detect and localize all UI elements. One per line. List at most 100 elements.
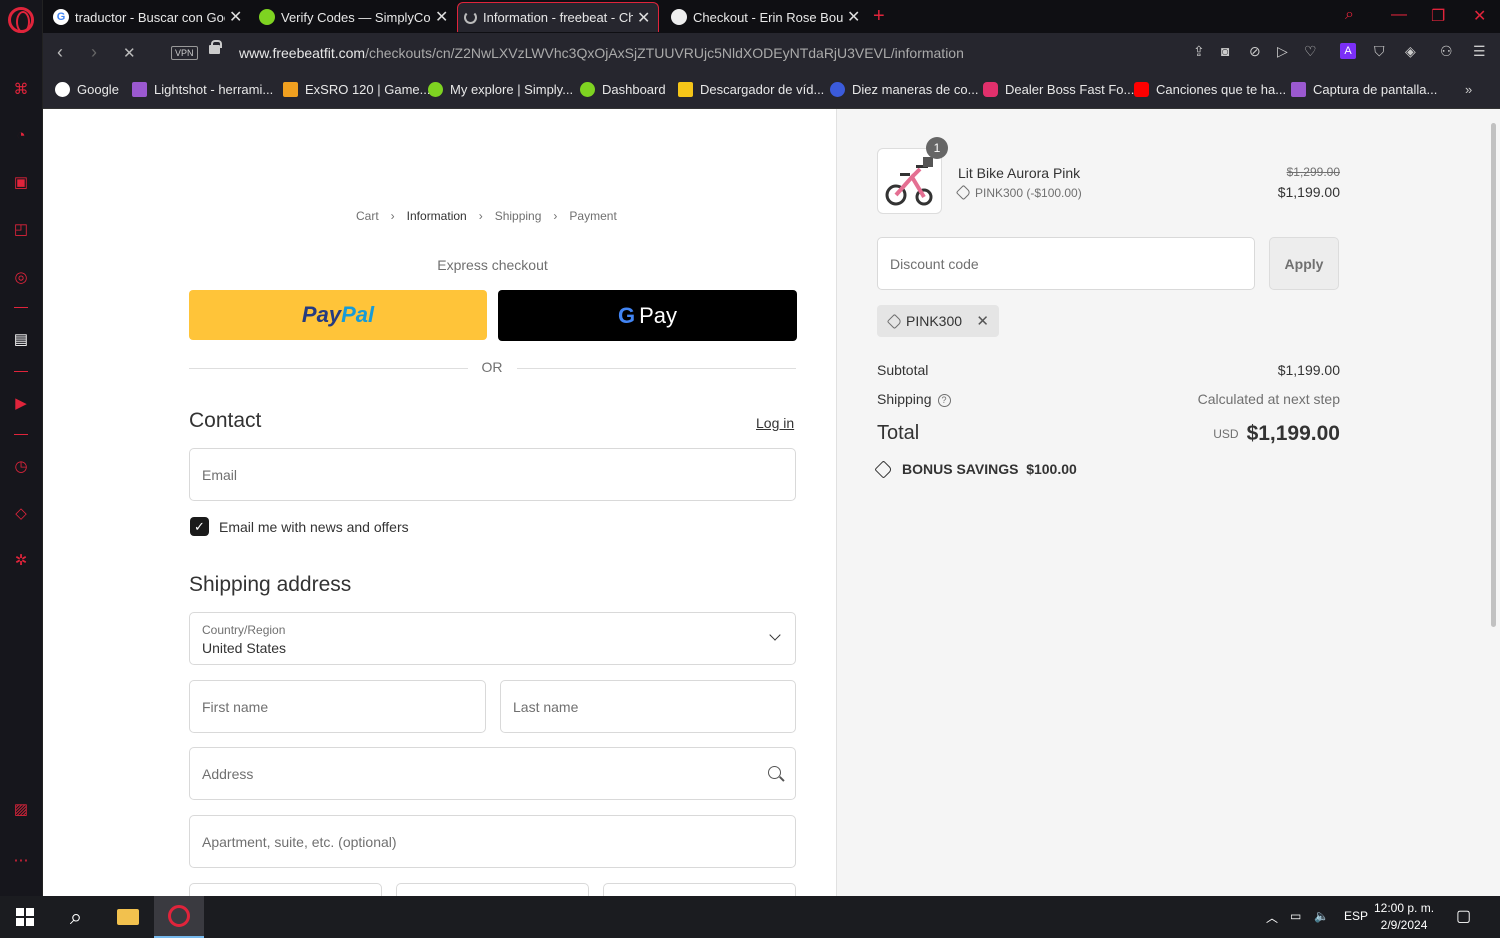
share-icon[interactable]: ⇪: [1193, 43, 1205, 60]
google-g-icon: G: [617, 302, 636, 328]
camera-icon[interactable]: ◙: [1221, 43, 1229, 59]
opera-logo-icon[interactable]: [8, 7, 34, 33]
vpn-badge[interactable]: VPN: [171, 46, 198, 60]
file-explorer-icon[interactable]: [104, 896, 152, 938]
simplycodes-icon: [428, 82, 443, 97]
breadcrumb-cart[interactable]: Cart: [356, 209, 379, 223]
zip-field[interactable]: [603, 883, 796, 896]
bookmark-exsro[interactable]: ExSRO 120 | Game...: [283, 82, 430, 97]
lock-icon[interactable]: [209, 40, 222, 54]
search-tabs-icon[interactable]: ⌕: [1345, 6, 1354, 24]
minimize-icon[interactable]: —: [1391, 6, 1407, 24]
bookmark-dashboard[interactable]: Dashboard: [580, 82, 666, 97]
gallery-icon[interactable]: ▨: [10, 798, 32, 820]
restore-icon[interactable]: ❐: [1431, 6, 1445, 26]
apply-button[interactable]: Apply: [1269, 237, 1339, 290]
forward-icon[interactable]: ›: [91, 42, 97, 63]
close-window-icon[interactable]: ✕: [1473, 6, 1486, 26]
remove-discount-icon[interactable]: ✕: [976, 312, 989, 330]
bookmark-lightshot[interactable]: Lightshot - herrami...: [132, 82, 273, 97]
tag-icon: [955, 184, 972, 201]
heart-icon[interactable]: ♡: [1304, 43, 1317, 60]
last-name-field[interactable]: Last name: [500, 680, 796, 733]
url-field[interactable]: www.freebeatfit.com/checkouts/cn/Z2NwLXV…: [239, 45, 964, 61]
search-icon[interactable]: [768, 766, 781, 779]
more-dots-icon[interactable]: ⋯: [10, 849, 32, 871]
close-tab-icon[interactable]: ✕: [637, 8, 651, 28]
email-field[interactable]: Email: [189, 448, 796, 501]
more-bookmarks-icon[interactable]: »: [1465, 82, 1472, 97]
language-indicator[interactable]: ESP: [1344, 909, 1368, 923]
briefcase-icon[interactable]: ▣: [10, 171, 32, 193]
shipping-address-heading: Shipping address: [189, 573, 352, 596]
aria-icon[interactable]: A: [1340, 43, 1356, 59]
opera-taskbar-icon[interactable]: [154, 896, 204, 938]
address-field[interactable]: Address: [189, 747, 796, 800]
paypal-logo-pay: Pay: [301, 302, 342, 327]
bookmark-canciones[interactable]: Canciones que te ha...: [1134, 82, 1286, 97]
network-icon[interactable]: ▭: [1290, 909, 1301, 923]
bookmark-captura[interactable]: Captura de pantalla...: [1291, 82, 1437, 97]
bookmark-label: Descargador de víd...: [700, 82, 825, 97]
instagram-icon: [983, 82, 998, 97]
tab-erin-rose[interactable]: Checkout - Erin Rose Boutique ✕: [665, 2, 865, 32]
product-name: Lit Bike Aurora Pink: [958, 165, 1081, 181]
profile-icon[interactable]: ⚇: [1440, 43, 1453, 60]
player-icon[interactable]: ▶: [10, 392, 32, 414]
tab-simplycodes[interactable]: Verify Codes — SimplyCodes ✕: [253, 2, 453, 32]
gamepad-icon[interactable]: ⌘: [10, 78, 32, 100]
tray-chevron-icon[interactable]: ︿: [1266, 909, 1278, 926]
twitch-icon[interactable]: ◰: [10, 218, 32, 240]
menu-icon[interactable]: ☰: [1473, 43, 1486, 60]
close-tab-icon[interactable]: ✕: [435, 7, 449, 27]
newsletter-checkbox[interactable]: ✓: [190, 517, 209, 536]
first-name-field[interactable]: First name: [189, 680, 486, 733]
send-icon[interactable]: ▷: [1277, 43, 1288, 60]
total-amount: USD $1,199.00: [1213, 422, 1340, 446]
scrollbar-thumb[interactable]: [1491, 123, 1496, 627]
new-tab-plus-icon[interactable]: +: [873, 5, 885, 28]
bookmark-descargador[interactable]: Descargador de víd...: [678, 82, 824, 97]
tab-traductor[interactable]: G traductor - Buscar con Google ✕: [47, 2, 247, 32]
stop-loading-icon[interactable]: ✕: [123, 44, 136, 62]
contact-heading: Contact: [189, 409, 262, 432]
close-tab-icon[interactable]: ✕: [229, 7, 243, 27]
bookmark-dealer-boss[interactable]: Dealer Boss Fast Fo...: [983, 82, 1134, 97]
tab-bar: G traductor - Buscar con Google ✕ Verify…: [43, 0, 1500, 33]
instagram-icon[interactable]: ◎: [10, 266, 32, 288]
newsletter-label[interactable]: Email me with news and offers: [219, 519, 409, 535]
google-pay-button[interactable]: G Pay: [498, 290, 797, 341]
bike-icon: [885, 157, 933, 206]
state-field[interactable]: [396, 883, 589, 896]
bookmark-diez-maneras[interactable]: Diez maneras de co...: [830, 82, 978, 97]
city-field[interactable]: [189, 883, 382, 896]
shield-icon[interactable]: ⛉: [1374, 43, 1385, 60]
paypal-button[interactable]: Pay Pal: [189, 290, 487, 340]
log-in-link[interactable]: Log in: [756, 415, 794, 431]
back-icon[interactable]: ‹: [57, 42, 63, 63]
tab-information-freebeat[interactable]: Information - freebeat - Checkout ✕: [457, 2, 659, 32]
bookmark-my-explore[interactable]: My explore | Simply...: [428, 82, 573, 97]
country-select[interactable]: Country/Region United States: [189, 612, 796, 665]
bookmark-google[interactable]: Google: [55, 82, 119, 97]
taskbar-search-icon[interactable]: ⌕: [52, 896, 100, 938]
downloader-icon: [678, 82, 693, 97]
page-scrollbar[interactable]: [1487, 109, 1500, 896]
discord-icon[interactable]: ▤: [10, 328, 32, 350]
divider: [189, 368, 468, 369]
windows-start-icon[interactable]: [0, 896, 50, 938]
cube-icon[interactable]: ◈: [1405, 43, 1416, 60]
notifications-icon[interactable]: ▢: [1456, 906, 1471, 926]
order-summary: 1 Lit Bike Aurora Pink PINK300 (-$100.00…: [836, 109, 1500, 896]
close-tab-icon[interactable]: ✕: [847, 7, 861, 27]
help-icon[interactable]: ?: [937, 394, 951, 407]
discount-code-field[interactable]: Discount code: [877, 237, 1255, 290]
system-clock[interactable]: 12:00 p. m. 2/9/2024: [1374, 900, 1434, 934]
settings-gear-icon[interactable]: ✲: [10, 549, 32, 571]
speed-dial-icon[interactable]: ◔: [10, 124, 32, 146]
adblock-icon[interactable]: ⊘: [1249, 43, 1261, 60]
volume-icon[interactable]: 🔈: [1314, 909, 1329, 923]
history-icon[interactable]: ◷: [10, 455, 32, 477]
apartment-field[interactable]: Apartment, suite, etc. (optional): [189, 815, 796, 868]
box-icon[interactable]: ◇: [10, 502, 32, 524]
